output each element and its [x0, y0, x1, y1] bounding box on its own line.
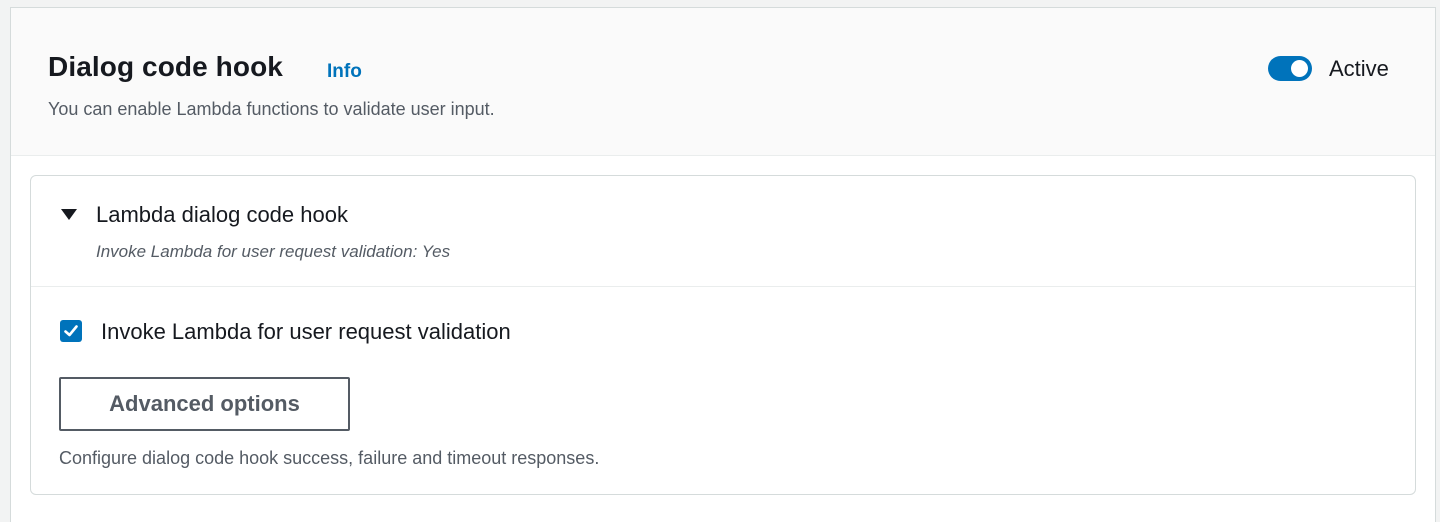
check-icon [64, 325, 78, 337]
lambda-dialog-code-hook-card: Lambda dialog code hook Invoke Lambda fo… [30, 175, 1416, 495]
panel-header: Dialog code hook Info You can enable Lam… [11, 8, 1435, 156]
invoke-lambda-label[interactable]: Invoke Lambda for user request validatio… [101, 319, 511, 345]
info-link[interactable]: Info [327, 61, 362, 83]
caret-down-icon [61, 209, 77, 220]
page-title: Dialog code hook [48, 51, 283, 82]
panel-description: You can enable Lambda functions to valid… [48, 99, 495, 119]
advanced-options-button[interactable]: Advanced options [59, 377, 350, 431]
lambda-section-summary: Invoke Lambda for user request validatio… [96, 242, 451, 261]
top-strip [0, 0, 1440, 7]
lambda-section-expander[interactable]: Lambda dialog code hook Invoke Lambda fo… [31, 176, 1415, 287]
dialog-code-hook-panel: Dialog code hook Info You can enable Lam… [10, 7, 1436, 522]
active-toggle[interactable] [1268, 56, 1312, 81]
lambda-section-title: Lambda dialog code hook [96, 202, 348, 227]
invoke-lambda-checkbox[interactable] [60, 320, 82, 342]
active-toggle-label: Active [1329, 56, 1389, 81]
toggle-knob [1291, 60, 1308, 77]
advanced-options-helper-text: Configure dialog code hook success, fail… [59, 448, 600, 468]
